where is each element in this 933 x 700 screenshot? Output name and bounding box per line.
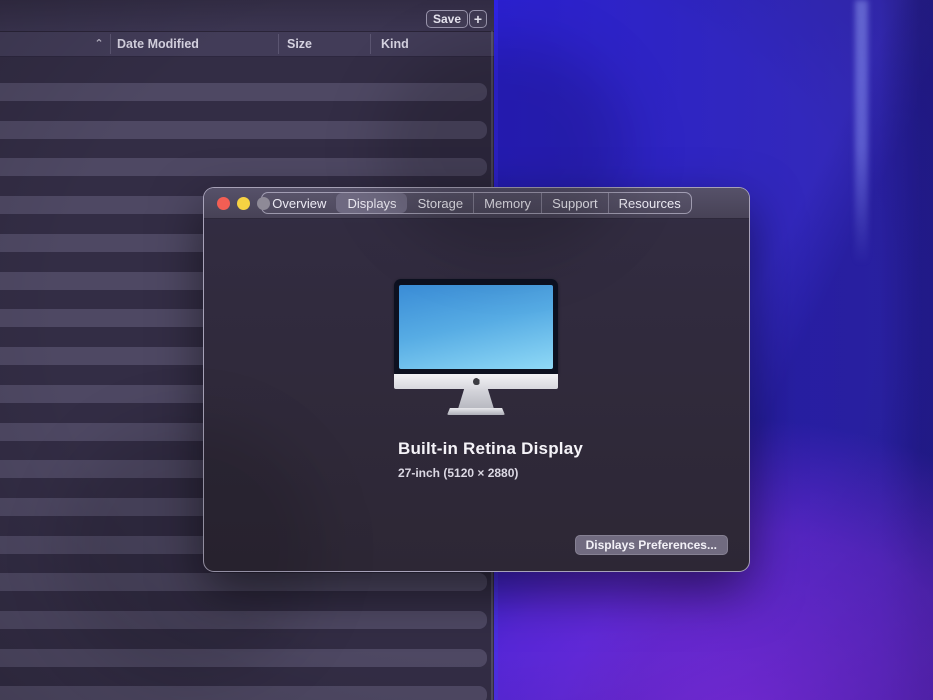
- apple-logo-icon: [472, 378, 480, 385]
- minimize-button[interactable]: [237, 197, 250, 210]
- tab-resources[interactable]: Resources: [607, 193, 691, 213]
- display-resolution: 27-inch (5120 × 2880): [398, 466, 519, 480]
- list-row: [0, 573, 487, 591]
- save-button[interactable]: Save: [426, 10, 468, 28]
- tab-overview[interactable]: Overview: [262, 193, 336, 213]
- imac-stand: [458, 389, 494, 409]
- dialog-toolbar: Save +: [0, 0, 494, 31]
- displays-preferences-button[interactable]: Displays Preferences...: [574, 535, 728, 555]
- column-header-kind[interactable]: Kind: [381, 37, 409, 51]
- about-tabs: Overview Displays Storage Memory Support…: [261, 192, 692, 214]
- column-divider[interactable]: [370, 34, 371, 54]
- imac-screen: [399, 285, 553, 369]
- zoom-button[interactable]: [257, 197, 270, 210]
- display-name: Built-in Retina Display: [398, 439, 584, 458]
- imac-bezel: [394, 279, 558, 374]
- list-row: [0, 611, 487, 629]
- titlebar[interactable]: Overview Displays Storage Memory Support…: [204, 188, 749, 219]
- column-divider[interactable]: [110, 34, 111, 54]
- displays-pane: Built-in Retina Display 27-inch (5120 × …: [204, 219, 749, 572]
- new-folder-button[interactable]: +: [469, 10, 487, 28]
- list-row: [0, 686, 487, 700]
- list-row: [0, 158, 487, 176]
- column-divider[interactable]: [278, 34, 279, 54]
- imac-chin: [394, 374, 558, 389]
- tab-storage[interactable]: Storage: [407, 193, 474, 213]
- list-row: [0, 83, 487, 101]
- about-this-mac-window: Overview Displays Storage Memory Support…: [203, 187, 750, 572]
- tab-support[interactable]: Support: [541, 193, 608, 213]
- sort-ascending-icon[interactable]: ⌃: [90, 37, 108, 50]
- list-row: [0, 121, 487, 139]
- imac-display-icon: [394, 279, 558, 416]
- display-info: Built-in Retina Display 27-inch (5120 × …: [398, 439, 583, 480]
- list-row: [0, 649, 487, 667]
- wallpaper-light-streak: [855, 0, 868, 265]
- imac-stand-base: [447, 408, 505, 415]
- traffic-lights: [217, 197, 270, 210]
- file-list-header: ⌃ Date Modified Size Kind: [0, 31, 494, 57]
- close-button[interactable]: [217, 197, 230, 210]
- tab-displays[interactable]: Displays: [336, 193, 407, 213]
- tab-memory[interactable]: Memory: [473, 193, 541, 213]
- column-header-size[interactable]: Size: [287, 37, 312, 51]
- desktop-screen: Save + ⌃ Date Modified Size Kind Overvie…: [0, 0, 933, 700]
- column-header-date-modified[interactable]: Date Modified: [117, 37, 199, 51]
